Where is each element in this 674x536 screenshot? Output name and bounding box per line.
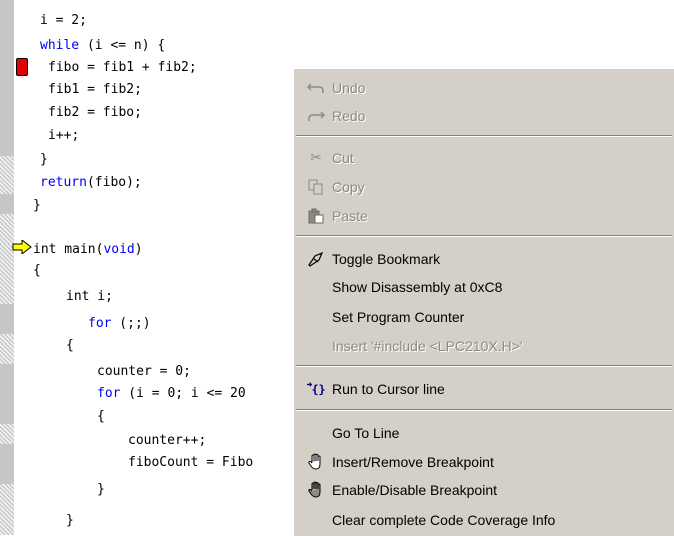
code-line[interactable]: int i; xyxy=(66,289,113,305)
menu-item-toggle-bookmark[interactable]: Toggle Bookmark xyxy=(296,246,672,272)
menu-item-cut[interactable]: ✂ Cut xyxy=(296,145,672,171)
code-line[interactable]: counter = 0; xyxy=(97,364,191,380)
gutter-coverage-block xyxy=(0,38,14,156)
menu-item-paste[interactable]: Paste xyxy=(296,203,672,229)
gutter-coverage-block xyxy=(0,156,14,194)
code-line[interactable]: } xyxy=(97,482,105,498)
code-line[interactable]: for (;;) xyxy=(88,316,151,332)
code-line[interactable]: return(fibo); xyxy=(40,175,142,191)
code-line[interactable]: } xyxy=(33,198,41,214)
hand-icon xyxy=(306,481,326,499)
editor-gutter[interactable] xyxy=(0,0,14,535)
menu-label: Clear complete Code Coverage Info xyxy=(332,512,556,528)
code-line[interactable]: } xyxy=(66,513,74,529)
gutter-coverage-block xyxy=(0,424,14,444)
menu-separator xyxy=(296,365,672,367)
menu-item-run-to-cursor[interactable]: {} Run to Cursor line xyxy=(296,376,672,402)
menu-label: Insert '#include <LPC210X.H>' xyxy=(332,338,523,354)
code-line[interactable]: { xyxy=(33,263,41,279)
code-line[interactable]: fib2 = fibo; xyxy=(48,105,142,121)
code-line[interactable]: { xyxy=(66,338,74,354)
menu-separator xyxy=(296,235,672,237)
menu-item-insert-include[interactable]: Insert '#include <LPC210X.H>' xyxy=(296,333,672,359)
code-line[interactable]: fib1 = fib2; xyxy=(48,82,142,98)
menu-item-clear-code-coverage[interactable]: Clear complete Code Coverage Info xyxy=(296,507,672,533)
menu-item-enable-disable-breakpoint[interactable]: Enable/Disable Breakpoint xyxy=(296,477,672,503)
context-menu: Undo Redo ✂ Cut Copy Paste Toggle Bookma… xyxy=(293,68,674,536)
menu-item-set-program-counter[interactable]: Set Program Counter xyxy=(296,304,672,330)
menu-item-insert-remove-breakpoint[interactable]: Insert/Remove Breakpoint xyxy=(296,449,672,475)
gutter-coverage-block xyxy=(0,0,14,38)
menu-item-redo[interactable]: Redo xyxy=(296,103,672,129)
menu-item-copy[interactable]: Copy xyxy=(296,174,672,200)
menu-label: Set Program Counter xyxy=(332,309,465,325)
code-line[interactable]: for (i = 0; i <= 20 xyxy=(97,386,246,402)
breakpoint-marker[interactable] xyxy=(16,58,28,76)
menu-label: Show Disassembly at 0xC8 xyxy=(332,279,503,295)
gutter-coverage-block xyxy=(0,304,14,334)
gutter-coverage-block xyxy=(0,334,14,364)
code-line[interactable]: fiboCount = Fibo xyxy=(128,455,253,471)
program-counter-arrow-icon xyxy=(12,240,32,254)
menu-separator xyxy=(296,409,672,411)
code-line[interactable]: int main(void) xyxy=(33,242,143,258)
menu-label: Cut xyxy=(332,150,354,166)
undo-icon xyxy=(306,79,326,97)
gutter-coverage-block xyxy=(0,194,14,214)
gutter-coverage-block xyxy=(0,364,14,424)
menu-label: Toggle Bookmark xyxy=(332,251,441,267)
gutter-coverage-block xyxy=(0,444,14,484)
scissors-icon: ✂ xyxy=(310,150,322,166)
menu-label: Go To Line xyxy=(332,425,400,441)
gutter-coverage-block xyxy=(0,484,14,535)
menu-label: Run to Cursor line xyxy=(332,381,445,397)
menu-label: Insert/Remove Breakpoint xyxy=(332,454,494,470)
menu-separator xyxy=(296,135,672,137)
code-line[interactable]: } xyxy=(40,152,48,168)
menu-label: Redo xyxy=(332,108,366,124)
svg-text:{}: {} xyxy=(311,383,325,397)
run-to-cursor-icon: {} xyxy=(306,380,326,398)
menu-label: Copy xyxy=(332,179,365,195)
code-line[interactable]: while (i <= n) { xyxy=(40,38,165,54)
menu-label: Paste xyxy=(332,208,368,224)
code-line[interactable]: counter++; xyxy=(128,433,206,449)
menu-item-go-to-line[interactable]: Go To Line xyxy=(296,420,672,446)
copy-icon xyxy=(306,178,326,196)
hand-icon xyxy=(306,453,326,471)
clipboard-icon xyxy=(306,207,326,225)
menu-label: Undo xyxy=(332,80,366,96)
code-line[interactable]: i++; xyxy=(48,128,79,144)
code-line[interactable]: { xyxy=(97,409,105,425)
menu-label: Enable/Disable Breakpoint xyxy=(332,482,497,498)
code-line[interactable]: i = 2; xyxy=(40,13,87,29)
menu-item-show-disassembly[interactable]: Show Disassembly at 0xC8 xyxy=(296,274,672,300)
redo-icon xyxy=(306,107,326,125)
bookmark-icon xyxy=(306,250,326,268)
code-line[interactable]: fibo = fib1 + fib2; xyxy=(48,60,197,76)
menu-item-undo[interactable]: Undo xyxy=(296,75,672,101)
